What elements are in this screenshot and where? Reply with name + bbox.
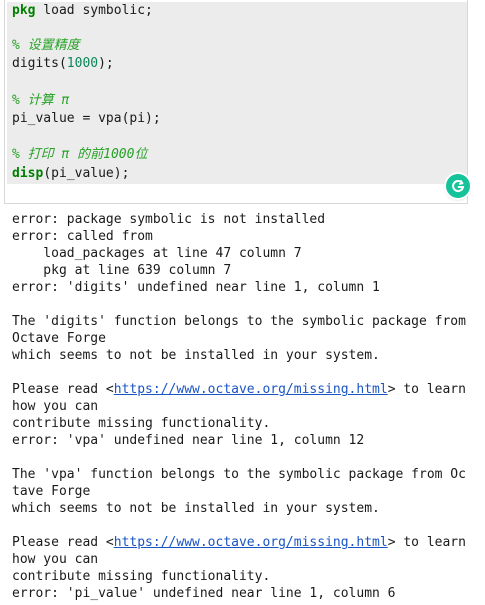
output-line: how you can	[12, 399, 99, 414]
output-line: which seems to not be installed in your …	[12, 348, 380, 363]
output-line: contribute missing functionality.	[12, 416, 271, 431]
output-line: which seems to not be installed in your …	[12, 501, 380, 516]
keyword-pkg: pkg	[12, 3, 36, 18]
output-line: tave Forge	[12, 484, 91, 499]
number-literal: 1000	[66, 56, 99, 71]
output-line: error: called from	[12, 229, 153, 244]
output-text: > to learn	[387, 382, 466, 397]
comment-line-compute: % 计算 π	[12, 93, 70, 108]
command-output: error: package symbolic is not installed…	[12, 211, 472, 602]
output-line: error: 'pi_value' undefined near line 1,…	[12, 586, 396, 601]
code-line-disp: disp(pi_value);	[12, 166, 129, 182]
output-text: Please read <	[12, 535, 114, 550]
code-editor[interactable]: pkg load symbolic; % 设置精度 digits(1000); …	[7, 2, 467, 184]
output-line: The 'vpa' function belongs to the symbol…	[12, 467, 466, 482]
code-line-digits: digits(1000);	[12, 56, 114, 72]
code-line-vpa: pi_value = vpa(pi);	[12, 111, 161, 126]
code-text: load symbolic;	[35, 3, 153, 18]
output-text: Please read <	[12, 382, 114, 397]
code-line-1: pkg load symbolic;	[12, 3, 153, 19]
output-line: error: 'vpa' undefined near line 1, colu…	[12, 433, 365, 448]
code-text: (pi_value);	[43, 166, 130, 181]
output-line: load_packages at line 47 column 7	[12, 246, 302, 261]
output-line: how you can	[12, 552, 99, 567]
keyword-disp: disp	[12, 166, 44, 181]
output-text: > to learn	[387, 535, 466, 550]
code-text: );	[98, 56, 114, 71]
comment-line-print: % 打印 π 的前1000位	[12, 147, 148, 162]
grammarly-icon[interactable]	[446, 174, 470, 198]
output-line: Please read <https://www.octave.org/miss…	[12, 381, 472, 398]
comment-line-precision: % 设置精度	[12, 38, 80, 53]
output-line: contribute missing functionality.	[12, 569, 271, 584]
output-line: pkg at line 639 column 7	[12, 263, 232, 278]
grammarly-g-icon	[452, 180, 465, 193]
code-cell[interactable]: pkg load symbolic; % 设置精度 digits(1000); …	[4, 0, 470, 204]
output-line: error: 'digits' undefined near line 1, c…	[12, 280, 380, 295]
missing-functions-link[interactable]: https://www.octave.org/missing.html	[114, 382, 388, 397]
missing-functions-link[interactable]: https://www.octave.org/missing.html	[114, 535, 388, 550]
output-line: error: package symbolic is not installed	[12, 212, 326, 227]
output-line: Octave Forge	[12, 331, 106, 346]
output-line: Please read <https://www.octave.org/miss…	[12, 534, 472, 551]
output-line: The 'digits' function belongs to the sym…	[12, 314, 466, 329]
code-text: digits(	[12, 56, 67, 71]
